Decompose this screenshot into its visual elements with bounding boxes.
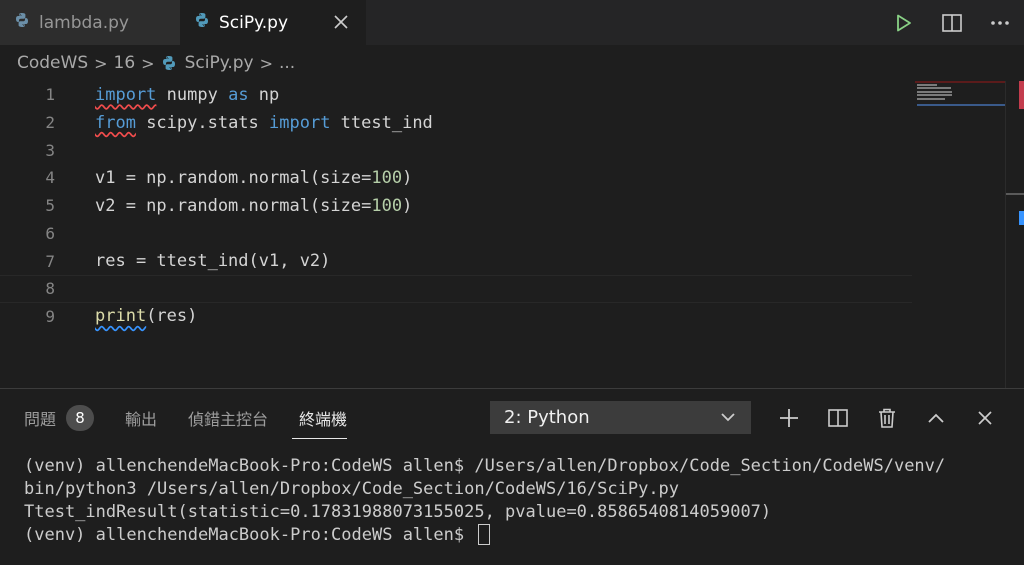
breadcrumb-item-file[interactable]: SciPy.py — [161, 53, 254, 73]
code-text: print(res) — [95, 306, 198, 327]
terminal-line: (venv) allenchendeMacBook-Pro:CodeWS all… — [24, 456, 946, 476]
code-line: 5 v2 = np.random.normal(size=100) — [0, 192, 912, 220]
panel-actions — [764, 401, 1009, 434]
python-icon — [194, 12, 210, 33]
tab-problems-label: 問題 — [24, 410, 57, 429]
code-line-current: 8 — [0, 274, 912, 303]
breadcrumb-file-label: SciPy.py — [184, 53, 254, 73]
tab-scipy[interactable]: SciPy.py — [180, 0, 366, 45]
error-marker — [1019, 95, 1024, 109]
code-line: 3 — [0, 136, 912, 164]
line-number: 9 — [45, 306, 55, 326]
line-number: 8 — [45, 279, 55, 299]
split-terminal-icon[interactable] — [813, 401, 862, 434]
tab-debug-console[interactable]: 偵錯主控台 — [157, 389, 268, 447]
terminal-line: Ttest_indResult(statistic=0.178319880731… — [24, 502, 772, 522]
terminal-select[interactable]: 2: Python — [490, 401, 751, 434]
code-text: import numpy as np — [95, 84, 280, 105]
problems-count-badge: 8 — [66, 405, 95, 431]
plus-icon[interactable] — [764, 401, 813, 434]
cursor-marker — [1006, 193, 1024, 195]
code-line: 4 v1 = np.random.normal(size=100) — [0, 164, 912, 192]
close-icon[interactable] — [960, 401, 1009, 434]
close-icon[interactable] — [334, 10, 348, 34]
tab-label: lambda.py — [39, 12, 129, 33]
terminal-cursor — [478, 524, 491, 545]
terminal-prompt-line: (venv) allenchendeMacBook-Pro:CodeWS all… — [24, 524, 1014, 547]
breadcrumb-item-symbols[interactable]: ... — [279, 53, 295, 73]
code-line: 9 print(res) — [0, 303, 912, 331]
line-number: 4 — [45, 168, 55, 188]
line-number: 2 — [45, 113, 55, 133]
minimap[interactable] — [915, 81, 1005, 111]
line-number: 5 — [45, 196, 55, 216]
line-number: 1 — [45, 85, 55, 105]
code-text: res = ttest_ind(v1, v2) — [95, 251, 331, 272]
minimap-line — [917, 94, 952, 96]
minimap-line — [917, 98, 945, 100]
overview-ruler[interactable] — [1005, 81, 1024, 388]
line-number: 3 — [45, 140, 55, 160]
code-line: 6 — [0, 220, 912, 248]
terminal-line: bin/python3 /Users/allen/Dropbox/Code_Se… — [24, 479, 680, 499]
chevron-right-icon: > — [141, 53, 155, 73]
breadcrumb: CodeWS > 16 > SciPy.py > ... — [0, 45, 1024, 81]
minimap-error-highlight — [915, 81, 1005, 83]
split-editor-icon[interactable] — [928, 0, 976, 45]
python-icon — [14, 12, 30, 33]
code-line: 1 import numpy as np — [0, 81, 912, 109]
code-text: v2 = np.random.normal(size=100) — [95, 195, 413, 216]
info-marker — [1019, 211, 1024, 225]
code-line: 7 res = ttest_ind(v1, v2) — [0, 247, 912, 275]
line-number: 7 — [45, 251, 55, 271]
python-icon — [161, 55, 177, 71]
code-editor[interactable]: 1 import numpy as np 2 from scipy.stats … — [0, 81, 1024, 388]
terminal-prompt: (venv) allenchendeMacBook-Pro:CodeWS all… — [24, 525, 475, 545]
chevron-down-icon — [720, 407, 736, 432]
breadcrumb-item-16[interactable]: 16 — [114, 53, 136, 73]
code-text: v1 = np.random.normal(size=100) — [95, 167, 413, 188]
chevron-up-icon[interactable] — [911, 401, 960, 434]
chevron-right-icon: > — [94, 53, 108, 73]
run-icon[interactable] — [880, 0, 928, 45]
tab-label: SciPy.py — [219, 12, 289, 33]
tab-lambda[interactable]: lambda.py — [0, 0, 180, 45]
error-marker — [1019, 81, 1024, 95]
editor-actions — [880, 0, 1024, 45]
code-text: from scipy.stats import ttest_ind — [95, 112, 433, 133]
minimap-line — [917, 87, 951, 89]
tab-terminal[interactable]: 終端機 — [268, 389, 348, 447]
editor-tab-bar: lambda.py SciPy.py — [0, 0, 1024, 45]
more-icon[interactable] — [976, 0, 1024, 45]
terminal-output[interactable]: (venv) allenchendeMacBook-Pro:CodeWS all… — [24, 455, 1014, 547]
minimap-line — [917, 84, 937, 86]
minimap-line — [917, 104, 1005, 106]
terminal-select-value: 2: Python — [504, 407, 590, 428]
tab-terminal-label: 終端機 — [299, 410, 348, 429]
bottom-panel: 問題 8 輸出 偵錯主控台 終端機 2: Python (venv) allen… — [0, 388, 1024, 565]
tab-problems[interactable]: 問題 8 — [0, 389, 95, 447]
tab-output[interactable]: 輸出 — [94, 389, 157, 447]
minimap-line — [917, 91, 952, 93]
code-line: 2 from scipy.stats import ttest_ind — [0, 109, 912, 137]
trash-icon[interactable] — [862, 401, 911, 434]
breadcrumb-item-codews[interactable]: CodeWS — [17, 53, 88, 73]
chevron-right-icon: > — [259, 53, 273, 73]
line-number: 6 — [45, 223, 55, 243]
